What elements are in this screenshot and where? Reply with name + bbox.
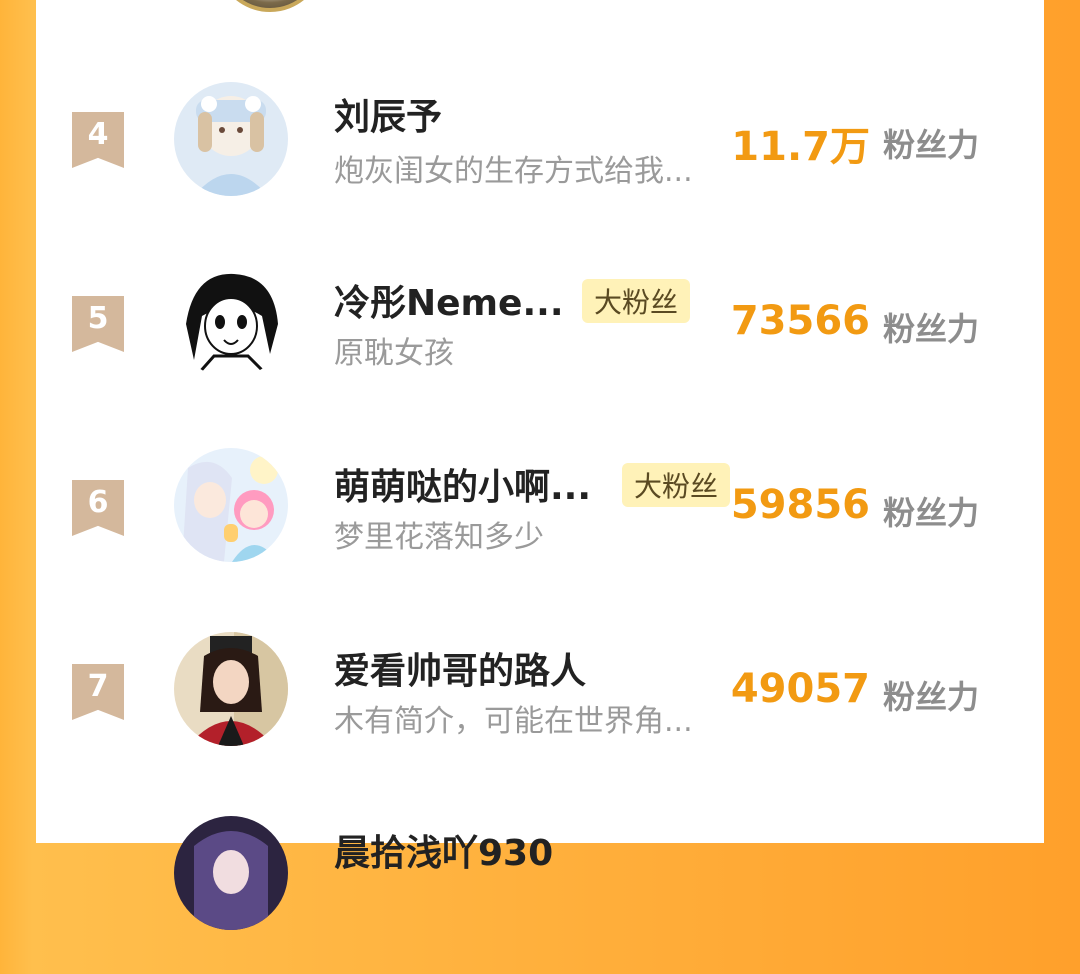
user-name[interactable]: 爱看帅哥的路人 (334, 642, 586, 694)
list-item[interactable]: 6 萌萌哒的小啊... 大粉丝 梦里花落知多少 59856 粉丝力 (36, 446, 1044, 606)
list-item[interactable]: 5 冷彤Neme... 大粉丝 原耽女孩 73566 粉丝力 (36, 262, 1044, 422)
avatar[interactable] (174, 82, 288, 196)
user-name[interactable]: 冷彤Neme... (334, 274, 564, 326)
big-fan-badge: 大粉丝 (582, 279, 691, 323)
avatar[interactable] (174, 816, 288, 930)
fan-score: 59856 (730, 482, 870, 528)
score-label: 粉丝力 (883, 126, 980, 164)
user-name[interactable]: 晨拾浅吖930 (334, 824, 553, 876)
list-item[interactable]: 7 爱看帅哥的路人 木有简介，可能在世界角... 49057 粉丝力 (36, 630, 1044, 790)
avatar[interactable] (174, 264, 288, 378)
avatar[interactable] (216, 0, 324, 12)
big-fan-badge: 大粉丝 (622, 463, 731, 507)
fan-score: 11.7万 (731, 124, 870, 170)
user-description: 原耽女孩 (334, 336, 454, 371)
fan-ranking-panel: 4 刘辰予 炮灰闺女的生存方式给我... 11.7万 粉丝力 5 冷彤Neme.… (36, 0, 1044, 930)
rank-badge: 4 (72, 112, 124, 168)
user-name[interactable]: 刘辰予 (334, 88, 442, 140)
fan-score: 73566 (730, 298, 870, 344)
rank-badge: 6 (72, 480, 124, 536)
avatar[interactable] (174, 632, 288, 746)
score-label: 粉丝力 (883, 678, 980, 716)
list-item[interactable]: 晨拾浅吖930 (36, 814, 1044, 974)
list-item[interactable]: 4 刘辰予 炮灰闺女的生存方式给我... 11.7万 粉丝力 (36, 80, 1044, 240)
rank-badge: 5 (72, 296, 124, 352)
user-description: 木有简介，可能在世界角... (334, 704, 693, 739)
rank-badge: 7 (72, 664, 124, 720)
score-label: 粉丝力 (883, 310, 980, 348)
score-label: 粉丝力 (883, 494, 980, 532)
avatar[interactable] (174, 448, 288, 562)
user-description: 梦里花落知多少 (334, 520, 544, 555)
user-description: 炮灰闺女的生存方式给我... (334, 154, 693, 189)
fan-score: 49057 (730, 666, 870, 712)
user-name[interactable]: 萌萌哒的小啊... (334, 458, 591, 510)
